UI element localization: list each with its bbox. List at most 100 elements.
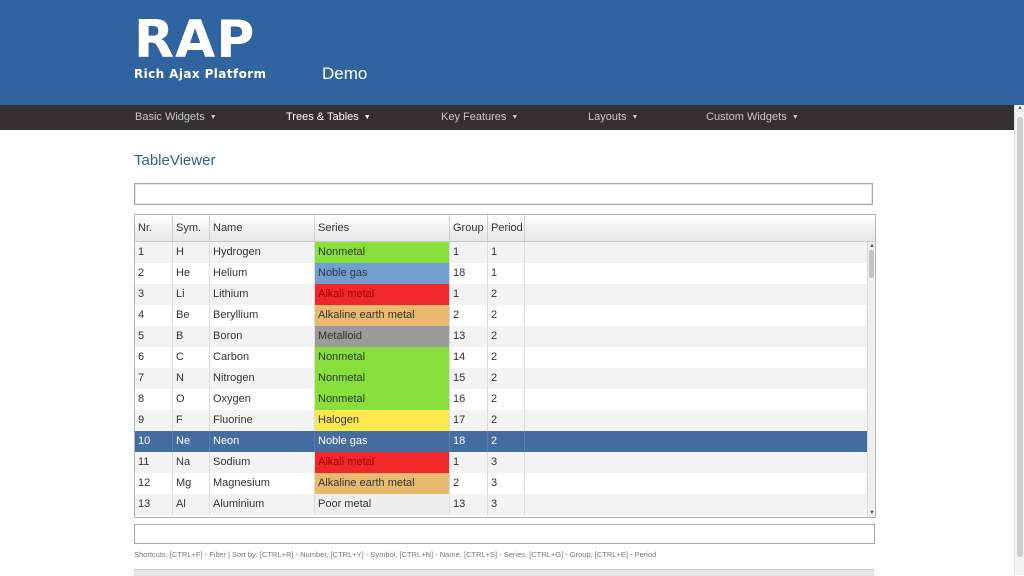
table-row[interactable]: 13 Al Aluminium Poor metal 13 3 (135, 494, 867, 515)
cell-symbol: He (173, 263, 210, 284)
nav-item-custom-widgets[interactable]: Custom Widgets ▼ (706, 105, 799, 130)
cell-group: 1 (450, 452, 488, 473)
cell-group: 18 (450, 263, 488, 284)
cell-symbol: F (173, 410, 210, 431)
cell-group: 1 (450, 242, 488, 263)
cell-group: 18 (450, 431, 488, 452)
cell-period: 2 (488, 305, 525, 326)
page-scroll-up-icon[interactable]: ▲ (1015, 105, 1024, 111)
table-row[interactable]: 9 F Fluorine Halogen 17 2 (135, 410, 867, 431)
nav-item-trees-tables[interactable]: Trees & Tables ▼ (286, 105, 371, 130)
cell-nr: 9 (135, 410, 173, 431)
elements-table: Nr. Sym. Name Series Group Period 1 H Hydr… (134, 214, 876, 518)
table-row[interactable]: 8 O Oxygen Nonmetal 16 2 (135, 389, 867, 410)
scroll-up-icon[interactable]: ▲ (868, 242, 875, 250)
table-row[interactable]: 2 He Helium Noble gas 18 1 (135, 263, 867, 284)
table-header: Nr. Sym. Name Series Group Period (135, 215, 875, 242)
table-row[interactable]: 6 C Carbon Nonmetal 14 2 (135, 347, 867, 368)
cell-group: 1 (450, 284, 488, 305)
cell-group: 15 (450, 368, 488, 389)
table-row[interactable]: 11 Na Sodium Alkali metal 1 3 (135, 452, 867, 473)
column-header-name[interactable]: Name (210, 215, 315, 241)
cell-period: 2 (488, 326, 525, 347)
cell-series: Halogen (315, 410, 450, 431)
cell-series: Noble gas (315, 263, 450, 284)
column-header-sym[interactable]: Sym. (173, 215, 210, 241)
column-header-group[interactable]: Group (450, 215, 488, 241)
nav-item-key-features[interactable]: Key Features ▼ (441, 105, 518, 130)
cell-period: 2 (488, 389, 525, 410)
cell-period: 2 (488, 284, 525, 305)
cell-name: Magnesium (210, 473, 315, 494)
table-row[interactable]: 12 Mg Magnesium Alkaline earth metal 2 3 (135, 473, 867, 494)
cell-series: Nonmetal (315, 389, 450, 410)
page-scrollbar[interactable]: ▲ (1014, 105, 1024, 575)
cell-nr: 13 (135, 494, 173, 515)
nav-item-layouts[interactable]: Layouts ▼ (588, 105, 638, 130)
rap-logo: RAP (134, 10, 256, 70)
cell-group: 17 (450, 410, 488, 431)
cell-nr: 2 (135, 263, 173, 284)
rap-logo-subtitle: Rich Ajax Platform (134, 67, 267, 81)
cell-symbol: Mg (173, 473, 210, 494)
nav-item-label: Trees & Tables (286, 111, 359, 123)
cell-symbol: Li (173, 284, 210, 305)
cell-name: Fluorine (210, 410, 315, 431)
table-row[interactable]: 3 Li Lithium Alkali metal 1 2 (135, 284, 867, 305)
cell-nr: 4 (135, 305, 173, 326)
cell-series: Nonmetal (315, 347, 450, 368)
status-field[interactable] (134, 524, 875, 544)
cell-period: 1 (488, 263, 525, 284)
cell-nr: 10 (135, 431, 173, 452)
cell-group: 2 (450, 305, 488, 326)
cell-nr: 5 (135, 326, 173, 347)
cell-symbol: C (173, 347, 210, 368)
nav-item-label: Basic Widgets (135, 111, 205, 123)
cell-series: Metalloid (315, 326, 450, 347)
scroll-thumb[interactable] (869, 250, 874, 278)
cell-period: 2 (488, 410, 525, 431)
chevron-down-icon: ▼ (209, 114, 217, 121)
cell-series: Nonmetal (315, 368, 450, 389)
cell-series: Alkaline earth metal (315, 473, 450, 494)
shortcuts-hint: Shortcuts: [CTRL+F] - Filter | Sort by: … (134, 550, 657, 559)
scroll-down-icon[interactable]: ▼ (868, 509, 875, 517)
table-row[interactable]: 1 H Hydrogen Nonmetal 1 1 (135, 242, 867, 263)
cell-series: Poor metal (315, 494, 450, 515)
table-body: 1 H Hydrogen Nonmetal 1 1 2 He Helium Noble gas 18… (135, 242, 867, 517)
header-banner: RAP Rich Ajax Platform Demo (0, 0, 1024, 105)
nav-item-basic-widgets[interactable]: Basic Widgets ▼ (135, 105, 217, 130)
cell-nr: 1 (135, 242, 173, 263)
page-title: TableViewer (134, 152, 216, 169)
cell-nr: 11 (135, 452, 173, 473)
table-row[interactable]: 7 N Nitrogen Nonmetal 15 2 (135, 368, 867, 389)
cell-series: Nonmetal (315, 242, 450, 263)
cell-symbol: H (173, 242, 210, 263)
table-scrollbar[interactable]: ▲ ▼ (867, 242, 875, 517)
cell-nr: 12 (135, 473, 173, 494)
cell-group: 16 (450, 389, 488, 410)
table-row[interactable]: 10 Ne Neon Noble gas 18 2 (135, 431, 867, 452)
column-header-period[interactable]: Period (488, 215, 525, 241)
cell-symbol: Al (173, 494, 210, 515)
page-scroll-thumb[interactable] (1017, 117, 1023, 557)
main-nav: Basic Widgets ▼ Trees & Tables ▼ Key Featu… (0, 105, 1024, 130)
filter-input[interactable] (134, 183, 873, 205)
table-row[interactable]: 4 Be Beryllium Alkaline earth metal 2 2 (135, 305, 867, 326)
cell-name: Nitrogen (210, 368, 315, 389)
nav-item-label: Key Features (441, 111, 507, 123)
cell-name: Aluminium (210, 494, 315, 515)
table-row[interactable]: 5 B Boron Metalloid 13 2 (135, 326, 867, 347)
column-header-nr[interactable]: Nr. (135, 215, 173, 241)
cell-name: Sodium (210, 452, 315, 473)
app-title: Demo (322, 64, 368, 83)
column-header-series[interactable]: Series (315, 215, 450, 241)
chevron-down-icon: ▼ (791, 114, 799, 121)
nav-item-label: Custom Widgets (706, 111, 787, 123)
cell-group: 13 (450, 494, 488, 515)
cell-nr: 8 (135, 389, 173, 410)
cell-period: 2 (488, 431, 525, 452)
cell-series: Noble gas (315, 431, 450, 452)
cell-symbol: Ne (173, 431, 210, 452)
cell-nr: 6 (135, 347, 173, 368)
